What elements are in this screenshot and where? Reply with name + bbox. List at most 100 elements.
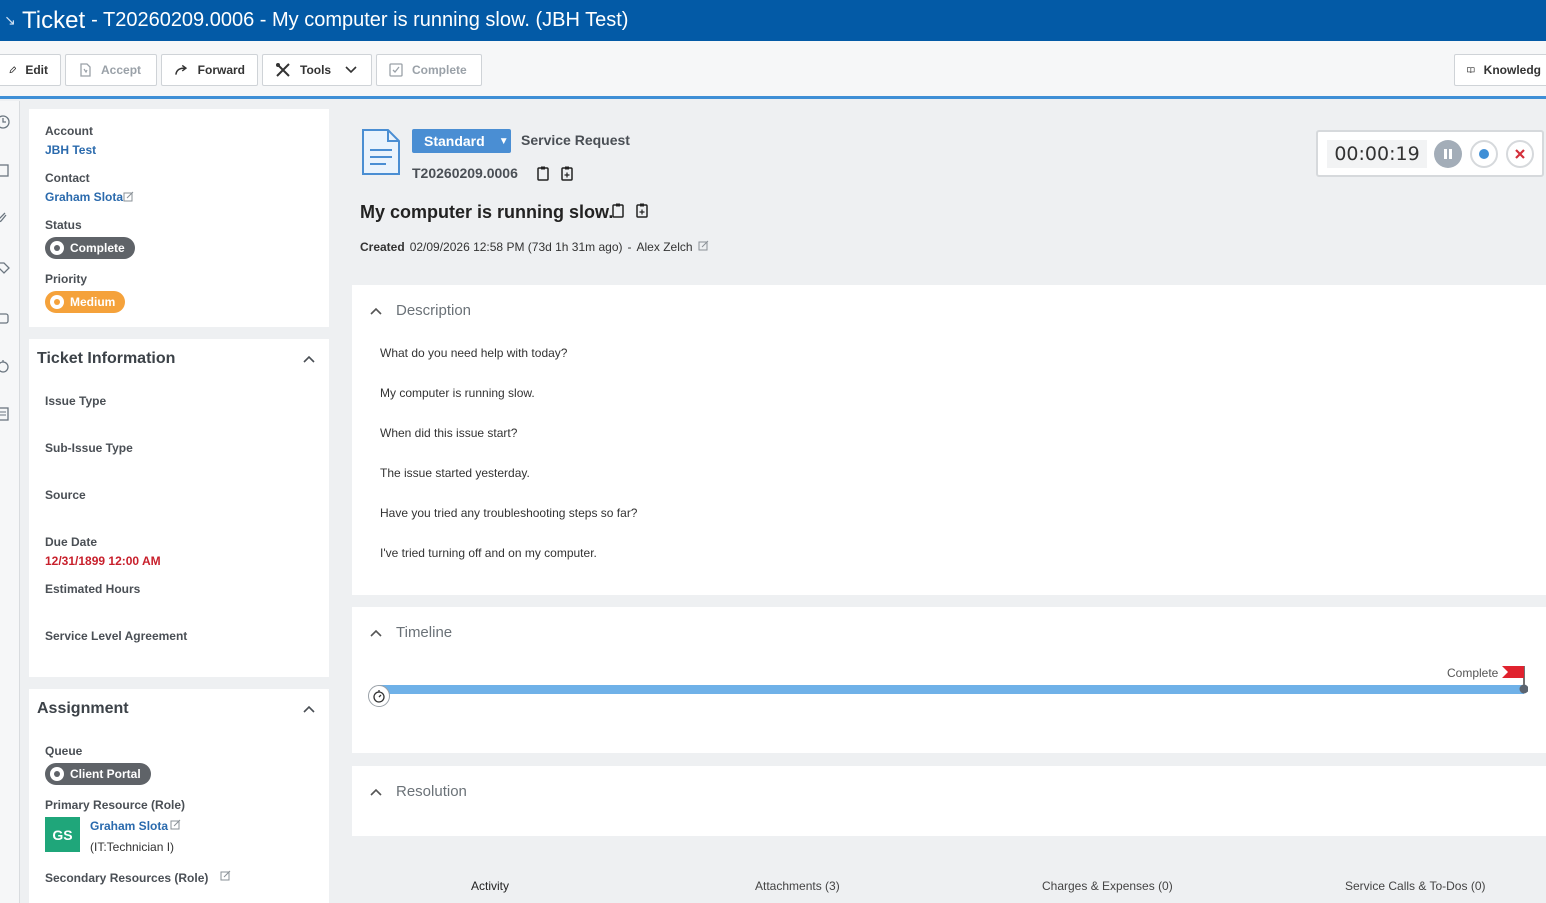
attachment-icon[interactable] <box>0 211 10 225</box>
resolution-title: Resolution <box>396 783 467 800</box>
tab-attachments[interactable]: Attachments (3) <box>755 879 840 893</box>
forward-button[interactable]: Forward <box>161 54 258 86</box>
ticket-type-dropdown[interactable]: Standard ▼ <box>412 129 511 153</box>
issue-type-label: Issue Type <box>45 394 107 408</box>
edit-button[interactable]: Edit <box>0 54 61 86</box>
primary-resource-role: (IT:Technician I) <box>90 840 175 854</box>
tab-activity[interactable]: Activity <box>471 879 509 893</box>
queue-value: Client Portal <box>70 767 141 781</box>
collapse-arrow-icon[interactable]: ↘ <box>0 0 20 41</box>
timeline-panel: Timeline Complete <box>352 607 1546 753</box>
queue-badge: Client Portal <box>45 763 151 785</box>
knowledge-label: Knowledg <box>1483 63 1541 77</box>
chevron-up-icon[interactable] <box>303 705 315 713</box>
summary-card: Account JBH Test Contact Graham Slota St… <box>29 109 329 327</box>
ticket-title: My computer is running slow. <box>360 202 614 222</box>
description-title: Description <box>396 302 472 319</box>
toolbar: Edit Accept Forward Tools Complete Knowl… <box>0 41 1546 99</box>
ticket-information-card: Ticket Information Issue Type Sub-Issue … <box>29 339 329 677</box>
ticket-type-label: Standard <box>424 133 485 149</box>
knowledge-button[interactable]: Knowledg <box>1454 54 1546 86</box>
book-icon <box>1467 67 1475 73</box>
primary-resource-label: Primary Resource (Role) <box>45 798 186 812</box>
chevron-up-icon[interactable] <box>370 629 382 637</box>
copy-link-clipboard-icon[interactable] <box>561 166 573 181</box>
account-link[interactable]: JBH Test <box>45 143 96 157</box>
priority-dot-icon <box>50 295 64 309</box>
timeline-title: Timeline <box>396 624 453 641</box>
chevron-up-icon[interactable] <box>370 788 382 796</box>
caret-down-icon: ▼ <box>498 135 509 147</box>
pause-button[interactable] <box>1434 140 1462 168</box>
page-title: Ticket <box>22 6 86 34</box>
copy-clipboard-icon[interactable] <box>537 166 549 181</box>
secondary-resources-label: Secondary Resources (Role) <box>45 871 209 885</box>
tab-service-calls[interactable]: Service Calls & To-Dos (0) <box>1345 879 1485 893</box>
edit-creator-icon[interactable] <box>698 240 709 251</box>
primary-resource-link[interactable]: Graham Slota <box>90 819 168 833</box>
description-line: My computer is running slow. <box>380 386 535 400</box>
copy-link-clipboard-icon[interactable] <box>636 203 648 218</box>
eye-icon <box>50 767 64 781</box>
forward-label: Forward <box>197 63 245 77</box>
priority-label: Priority <box>45 272 88 286</box>
description-line: When did this issue start? <box>380 426 518 440</box>
accept-label: Accept <box>101 63 142 77</box>
status-value: Complete <box>70 241 125 255</box>
due-date-label: Due Date <box>45 535 98 549</box>
stop-timer-button[interactable] <box>1506 140 1534 168</box>
tag-icon[interactable] <box>0 261 10 275</box>
estimated-hours-label: Estimated Hours <box>45 582 141 596</box>
document-icon <box>362 129 400 175</box>
priority-badge: Medium <box>45 291 126 313</box>
note-edit-icon[interactable] <box>0 163 10 177</box>
account-label: Account <box>45 124 93 138</box>
created-by: Alex Zelch <box>636 240 693 254</box>
status-badge: Complete <box>45 237 135 259</box>
created-separator: - <box>627 240 632 254</box>
list-document-icon[interactable] <box>0 407 10 421</box>
timer-widget: 00:00:19 <box>1316 130 1544 177</box>
resolution-panel: Resolution <box>352 766 1546 836</box>
complete-button[interactable]: Complete <box>376 54 482 86</box>
description-line: Have you tried any troubleshooting steps… <box>380 506 638 520</box>
sub-issue-type-label: Sub-Issue Type <box>45 441 133 455</box>
queue-label: Queue <box>45 744 83 758</box>
history-clock-icon[interactable] <box>0 115 10 129</box>
priority-value: Medium <box>70 295 116 309</box>
chevron-up-icon[interactable] <box>303 355 315 363</box>
edit-contact-icon[interactable] <box>123 191 134 202</box>
created-line: Created 02/09/2026 12:58 PM (73d 1h 31m … <box>360 240 709 254</box>
assignment-card: Assignment Queue Client Portal Primary R… <box>29 689 329 903</box>
timeline-track <box>380 685 1524 694</box>
stopwatch-icon <box>373 690 385 703</box>
due-date-value: 12/31/1899 12:00 AM <box>45 554 161 568</box>
stopwatch-icon[interactable] <box>0 359 10 373</box>
edit-resource-icon[interactable] <box>170 819 181 830</box>
forward-arrow-icon <box>175 64 188 75</box>
sla-label: Service Level Agreement <box>45 629 188 643</box>
tools-icon <box>276 63 290 77</box>
record-button[interactable] <box>1470 140 1498 168</box>
tools-label: Tools <box>300 63 332 77</box>
assignment-title: Assignment <box>37 700 129 717</box>
tools-dropdown[interactable]: Tools <box>262 54 372 86</box>
record-icon <box>1479 149 1489 159</box>
chevron-up-icon[interactable] <box>370 307 382 315</box>
close-icon <box>1515 149 1525 159</box>
ticket-subtitle: - T20260209.0006 - My computer is runnin… <box>91 9 629 31</box>
timer-display: 00:00:19 <box>1327 140 1427 168</box>
avatar: GS <box>45 817 80 852</box>
charges-icon[interactable] <box>0 311 10 325</box>
accept-button[interactable]: Accept <box>65 54 157 86</box>
checkbox-icon <box>389 63 403 77</box>
edit-label: Edit <box>25 63 48 77</box>
tab-charges-expenses[interactable]: Charges & Expenses (0) <box>1042 879 1173 893</box>
accept-document-icon <box>80 63 91 77</box>
ticket-number: T20260209.0006 <box>412 165 518 181</box>
source-label: Source <box>45 488 86 502</box>
pause-icon <box>1444 149 1452 159</box>
copy-clipboard-icon[interactable] <box>612 203 624 218</box>
edit-secondary-icon[interactable] <box>220 870 231 881</box>
contact-link[interactable]: Graham Slota <box>45 190 123 204</box>
